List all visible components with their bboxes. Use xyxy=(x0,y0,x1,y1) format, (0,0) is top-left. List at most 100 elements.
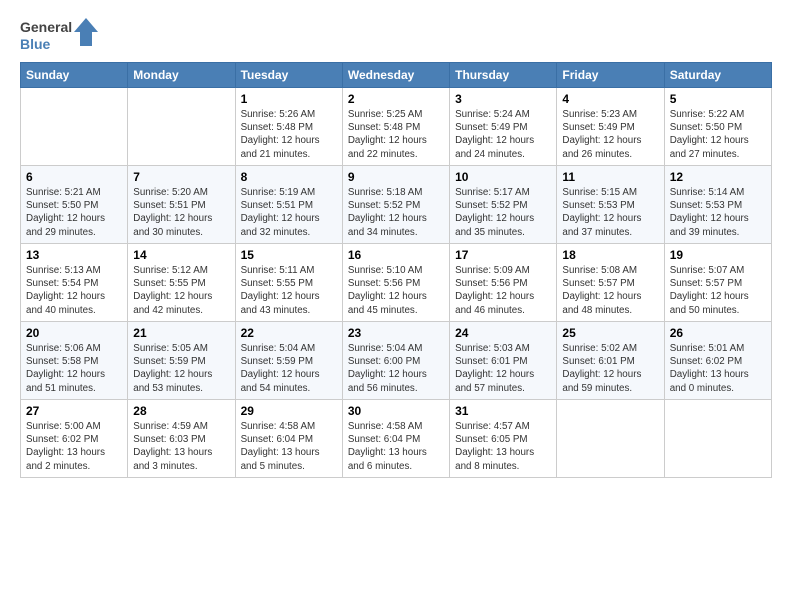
day-info: Sunrise: 5:04 AMSunset: 5:59 PMDaylight:… xyxy=(241,342,337,395)
day-number: 31 xyxy=(455,404,551,418)
day-number: 11 xyxy=(562,170,658,184)
page-header: General Blue xyxy=(20,16,772,56)
calendar-cell xyxy=(21,88,128,166)
day-info: Sunrise: 5:13 AMSunset: 5:54 PMDaylight:… xyxy=(26,264,122,317)
calendar-cell: 23 Sunrise: 5:04 AMSunset: 6:00 PMDayligh… xyxy=(342,322,449,400)
calendar-week-row: 6 Sunrise: 5:21 AMSunset: 5:50 PMDaylight… xyxy=(21,166,772,244)
day-number: 8 xyxy=(241,170,337,184)
day-info: Sunrise: 4:58 AMSunset: 6:04 PMDaylight:… xyxy=(348,420,444,473)
day-number: 28 xyxy=(133,404,229,418)
calendar-table: SundayMondayTuesdayWednesdayThursdayFrid… xyxy=(20,62,772,478)
day-number: 19 xyxy=(670,248,766,262)
day-info: Sunrise: 5:23 AMSunset: 5:49 PMDaylight:… xyxy=(562,108,658,161)
day-number: 16 xyxy=(348,248,444,262)
day-info: Sunrise: 5:21 AMSunset: 5:50 PMDaylight:… xyxy=(26,186,122,239)
calendar-cell: 12 Sunrise: 5:14 AMSunset: 5:53 PMDayligh… xyxy=(664,166,771,244)
day-number: 5 xyxy=(670,92,766,106)
day-number: 26 xyxy=(670,326,766,340)
day-info: Sunrise: 5:03 AMSunset: 6:01 PMDaylight:… xyxy=(455,342,551,395)
calendar-cell: 7 Sunrise: 5:20 AMSunset: 5:51 PMDaylight… xyxy=(128,166,235,244)
weekday-header: Friday xyxy=(557,63,664,88)
day-info: Sunrise: 5:12 AMSunset: 5:55 PMDaylight:… xyxy=(133,264,229,317)
calendar-cell: 1 Sunrise: 5:26 AMSunset: 5:48 PMDaylight… xyxy=(235,88,342,166)
day-number: 1 xyxy=(241,92,337,106)
day-info: Sunrise: 5:18 AMSunset: 5:52 PMDaylight:… xyxy=(348,186,444,239)
calendar-cell: 13Sunrise: 5:13 AMSunset: 5:54 PMDayligh… xyxy=(21,244,128,322)
day-info: Sunrise: 5:17 AMSunset: 5:52 PMDaylight:… xyxy=(455,186,551,239)
day-number: 6 xyxy=(26,170,122,184)
calendar-cell: 5 Sunrise: 5:22 AMSunset: 5:50 PMDaylight… xyxy=(664,88,771,166)
logo-svg: General Blue xyxy=(20,16,100,56)
calendar-week-row: 27 Sunrise: 5:00 AMSunset: 6:02 PMDayligh… xyxy=(21,400,772,478)
day-number: 29 xyxy=(241,404,337,418)
calendar-cell: 2 Sunrise: 5:25 AMSunset: 5:48 PMDaylight… xyxy=(342,88,449,166)
weekday-header: Tuesday xyxy=(235,63,342,88)
day-number: 2 xyxy=(348,92,444,106)
weekday-header: Thursday xyxy=(450,63,557,88)
calendar-cell: 8 Sunrise: 5:19 AMSunset: 5:51 PMDaylight… xyxy=(235,166,342,244)
day-info: Sunrise: 5:20 AMSunset: 5:51 PMDaylight:… xyxy=(133,186,229,239)
day-number: 7 xyxy=(133,170,229,184)
day-number: 23 xyxy=(348,326,444,340)
svg-text:Blue: Blue xyxy=(20,36,51,52)
calendar-cell: 11 Sunrise: 5:15 AMSunset: 5:53 PMDayligh… xyxy=(557,166,664,244)
calendar-header-row: SundayMondayTuesdayWednesdayThursdayFrid… xyxy=(21,63,772,88)
calendar-cell: 18 Sunrise: 5:08 AMSunset: 5:57 PMDayligh… xyxy=(557,244,664,322)
day-info: Sunrise: 5:25 AMSunset: 5:48 PMDaylight:… xyxy=(348,108,444,161)
calendar-cell xyxy=(128,88,235,166)
calendar-cell xyxy=(664,400,771,478)
day-info: Sunrise: 4:59 AMSunset: 6:03 PMDaylight:… xyxy=(133,420,229,473)
calendar-cell: 19 Sunrise: 5:07 AMSunset: 5:57 PMDayligh… xyxy=(664,244,771,322)
day-number: 17 xyxy=(455,248,551,262)
day-number: 20 xyxy=(26,326,122,340)
day-info: Sunrise: 5:04 AMSunset: 6:00 PMDaylight:… xyxy=(348,342,444,395)
calendar-cell: 17 Sunrise: 5:09 AMSunset: 5:56 PMDayligh… xyxy=(450,244,557,322)
day-number: 18 xyxy=(562,248,658,262)
logo: General Blue xyxy=(20,16,100,56)
day-info: Sunrise: 5:19 AMSunset: 5:51 PMDaylight:… xyxy=(241,186,337,239)
day-info: Sunrise: 4:57 AMSunset: 6:05 PMDaylight:… xyxy=(455,420,551,473)
calendar-week-row: 13Sunrise: 5:13 AMSunset: 5:54 PMDayligh… xyxy=(21,244,772,322)
svg-text:General: General xyxy=(20,19,72,35)
day-info: Sunrise: 5:15 AMSunset: 5:53 PMDaylight:… xyxy=(562,186,658,239)
calendar-week-row: 1 Sunrise: 5:26 AMSunset: 5:48 PMDaylight… xyxy=(21,88,772,166)
day-number: 24 xyxy=(455,326,551,340)
day-info: Sunrise: 5:10 AMSunset: 5:56 PMDaylight:… xyxy=(348,264,444,317)
calendar-week-row: 20 Sunrise: 5:06 AMSunset: 5:58 PMDayligh… xyxy=(21,322,772,400)
calendar-cell: 28 Sunrise: 4:59 AMSunset: 6:03 PMDayligh… xyxy=(128,400,235,478)
day-info: Sunrise: 5:05 AMSunset: 5:59 PMDaylight:… xyxy=(133,342,229,395)
day-info: Sunrise: 5:00 AMSunset: 6:02 PMDaylight:… xyxy=(26,420,122,473)
day-info: Sunrise: 5:01 AMSunset: 6:02 PMDaylight:… xyxy=(670,342,766,395)
calendar-cell: 10 Sunrise: 5:17 AMSunset: 5:52 PMDayligh… xyxy=(450,166,557,244)
day-info: Sunrise: 5:08 AMSunset: 5:57 PMDaylight:… xyxy=(562,264,658,317)
day-info: Sunrise: 5:14 AMSunset: 5:53 PMDaylight:… xyxy=(670,186,766,239)
day-info: Sunrise: 5:02 AMSunset: 6:01 PMDaylight:… xyxy=(562,342,658,395)
day-info: Sunrise: 5:09 AMSunset: 5:56 PMDaylight:… xyxy=(455,264,551,317)
day-info: Sunrise: 5:07 AMSunset: 5:57 PMDaylight:… xyxy=(670,264,766,317)
weekday-header: Wednesday xyxy=(342,63,449,88)
day-number: 25 xyxy=(562,326,658,340)
day-info: Sunrise: 5:06 AMSunset: 5:58 PMDaylight:… xyxy=(26,342,122,395)
day-number: 10 xyxy=(455,170,551,184)
calendar-cell: 27 Sunrise: 5:00 AMSunset: 6:02 PMDayligh… xyxy=(21,400,128,478)
day-number: 15 xyxy=(241,248,337,262)
day-number: 9 xyxy=(348,170,444,184)
day-number: 4 xyxy=(562,92,658,106)
day-info: Sunrise: 5:24 AMSunset: 5:49 PMDaylight:… xyxy=(455,108,551,161)
day-info: Sunrise: 4:58 AMSunset: 6:04 PMDaylight:… xyxy=(241,420,337,473)
calendar-cell: 25 Sunrise: 5:02 AMSunset: 6:01 PMDayligh… xyxy=(557,322,664,400)
day-number: 22 xyxy=(241,326,337,340)
calendar-cell: 31 Sunrise: 4:57 AMSunset: 6:05 PMDayligh… xyxy=(450,400,557,478)
day-number: 27 xyxy=(26,404,122,418)
calendar-cell: 16 Sunrise: 5:10 AMSunset: 5:56 PMDayligh… xyxy=(342,244,449,322)
day-number: 12 xyxy=(670,170,766,184)
weekday-header: Sunday xyxy=(21,63,128,88)
day-number: 30 xyxy=(348,404,444,418)
day-info: Sunrise: 5:11 AMSunset: 5:55 PMDaylight:… xyxy=(241,264,337,317)
day-info: Sunrise: 5:22 AMSunset: 5:50 PMDaylight:… xyxy=(670,108,766,161)
weekday-header: Saturday xyxy=(664,63,771,88)
calendar-cell: 26 Sunrise: 5:01 AMSunset: 6:02 PMDayligh… xyxy=(664,322,771,400)
weekday-header: Monday xyxy=(128,63,235,88)
calendar-cell: 29 Sunrise: 4:58 AMSunset: 6:04 PMDayligh… xyxy=(235,400,342,478)
day-info: Sunrise: 5:26 AMSunset: 5:48 PMDaylight:… xyxy=(241,108,337,161)
